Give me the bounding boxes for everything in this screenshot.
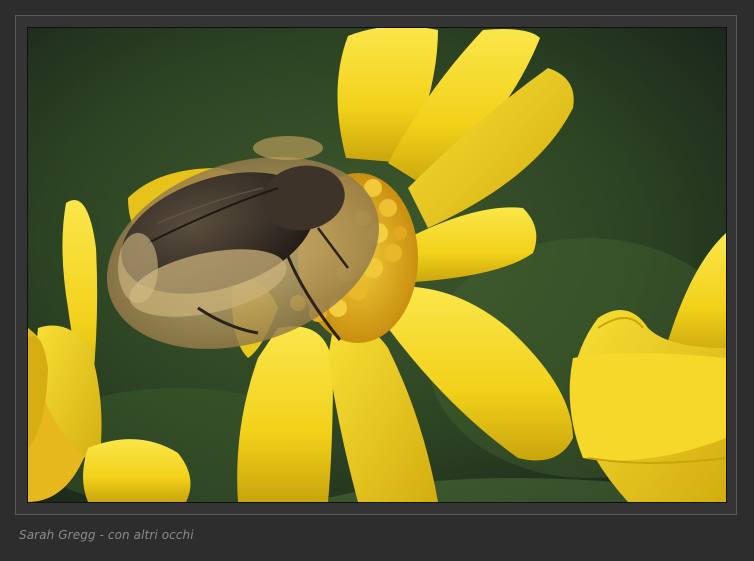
photo-illustration — [28, 28, 726, 502]
photo — [27, 27, 727, 503]
page: Sarah Gregg - con altri occhi — [0, 0, 754, 561]
photo-caption: Sarah Gregg - con altri occhi — [19, 528, 194, 542]
